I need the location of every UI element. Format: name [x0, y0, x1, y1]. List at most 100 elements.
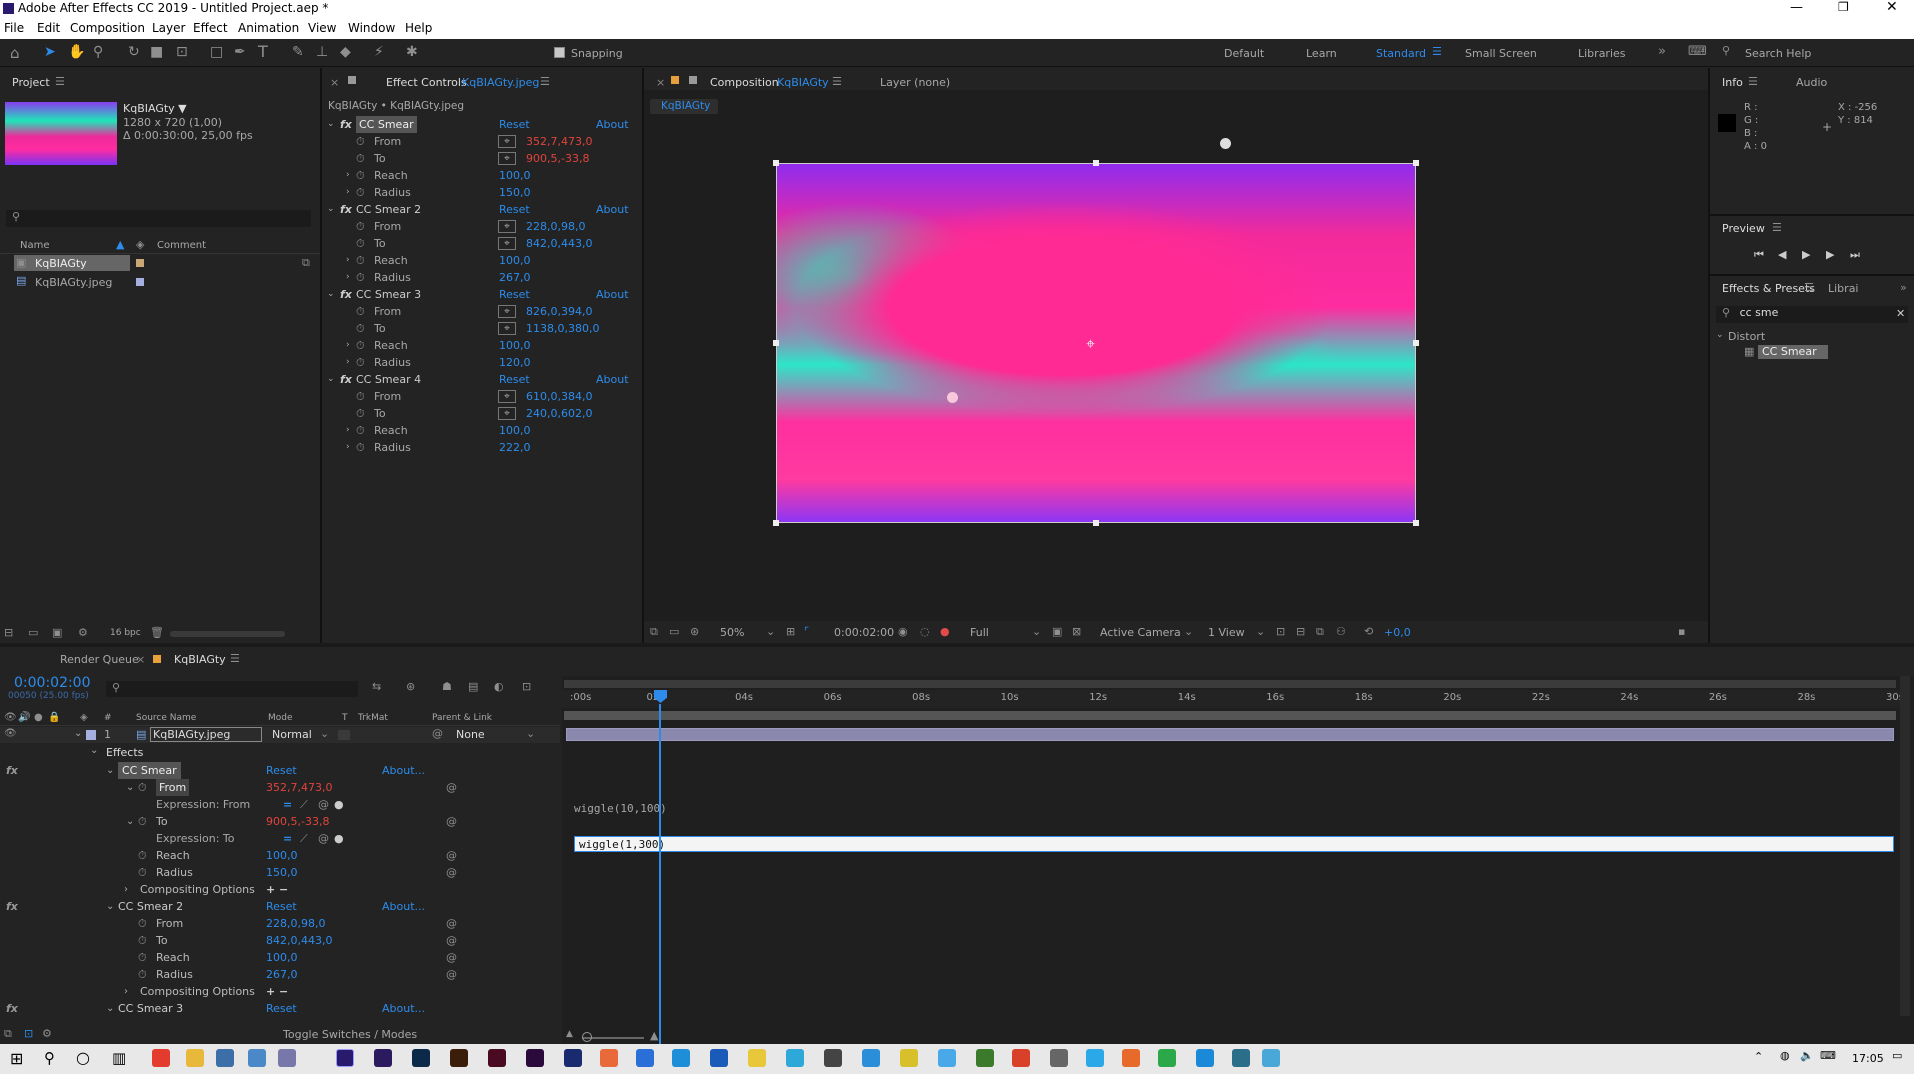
- workspace-menu-icon[interactable]: ☰: [1432, 45, 1442, 58]
- crosshair-icon[interactable]: ⌖: [498, 390, 516, 403]
- puppet-tool-icon[interactable]: ✱: [406, 44, 418, 60]
- stopwatch-icon[interactable]: ⏱: [356, 303, 365, 320]
- workspace-standard[interactable]: Standard: [1376, 47, 1426, 60]
- stopwatch-icon[interactable]: ⏱: [138, 949, 147, 966]
- chrome-icon[interactable]: [152, 1049, 170, 1067]
- effect-name[interactable]: CC Smear: [118, 762, 181, 779]
- play-icon[interactable]: ▶: [1802, 248, 1810, 261]
- workspace-small-screen[interactable]: Small Screen: [1465, 47, 1537, 60]
- panel-menu-icon[interactable]: ☰: [1772, 221, 1782, 234]
- previous-frame-icon[interactable]: ◀: [1778, 248, 1786, 261]
- reset-link[interactable]: Reset: [499, 286, 530, 303]
- pick-whip-icon[interactable]: @: [446, 949, 457, 966]
- pick-whip-icon[interactable]: @: [446, 779, 457, 796]
- transfer-controls-icon[interactable]: ⊡: [24, 1027, 33, 1040]
- app-icon[interactable]: [278, 1049, 296, 1067]
- stopwatch-icon[interactable]: ⏱: [356, 167, 365, 184]
- crosshair-icon[interactable]: ⌖: [498, 220, 516, 233]
- effect-header[interactable]: ⌄ fx CC Smear 3 Reset About: [322, 286, 642, 303]
- comp-breadcrumb[interactable]: KqBIAGty: [650, 99, 718, 114]
- menu-animation[interactable]: Animation: [238, 21, 299, 35]
- property-value[interactable]: 352,7,473,0: [266, 779, 332, 796]
- timeline-property-row[interactable]: ⏱ From 228,0,98,0 @: [0, 915, 560, 932]
- stopwatch-icon[interactable]: ⏱: [356, 422, 365, 439]
- transform-handle[interactable]: [773, 520, 779, 526]
- zoom-out-icon[interactable]: ▲: [566, 1029, 573, 1039]
- transform-handle[interactable]: [1413, 160, 1419, 166]
- app-icon[interactable]: [900, 1049, 918, 1067]
- reset-link[interactable]: Reset: [499, 371, 530, 388]
- fx-toggle-icon[interactable]: fx: [340, 371, 352, 388]
- comp-flowchart-icon[interactable]: ⧉: [1316, 625, 1324, 639]
- app-icon[interactable]: [710, 1049, 728, 1067]
- task-view-icon[interactable]: ▥: [112, 1049, 126, 1067]
- property-value[interactable]: 222,0: [499, 439, 531, 456]
- property-value[interactable]: + −: [266, 983, 288, 1000]
- pick-whip-icon[interactable]: @: [446, 915, 457, 932]
- stopwatch-icon[interactable]: ⏱: [356, 150, 365, 167]
- menu-window[interactable]: Window: [348, 21, 395, 35]
- label-color-swatch[interactable]: [86, 730, 96, 740]
- premiere-rush-icon[interactable]: [374, 1049, 392, 1067]
- shy-layers-icon[interactable]: ☗: [442, 680, 452, 693]
- render-timeline-icon[interactable]: ⊟: [1296, 625, 1305, 638]
- zoom-in-icon[interactable]: ▲: [650, 1029, 658, 1042]
- crosshair-icon[interactable]: ⌖: [498, 135, 516, 148]
- expand-arrow-icon[interactable]: ›: [346, 184, 350, 201]
- property-value[interactable]: 267,0: [499, 269, 531, 286]
- expand-arrow-icon[interactable]: ⌄: [327, 201, 335, 218]
- reset-link[interactable]: Reset: [499, 116, 530, 133]
- property-value[interactable]: 826,0,394,0: [526, 303, 592, 320]
- col-comment[interactable]: Comment: [157, 240, 206, 251]
- menu-view[interactable]: View: [308, 21, 336, 35]
- roto-brush-tool-icon[interactable]: ⚡: [374, 44, 384, 60]
- chevron-down-icon[interactable]: ⌄: [1256, 625, 1265, 638]
- expression-language-menu-icon[interactable]: ●: [334, 830, 344, 847]
- effect-header[interactable]: ⌄ fx CC Smear 2 Reset About: [322, 201, 642, 218]
- effect-name[interactable]: CC Smear 3: [356, 286, 421, 303]
- illustrator-icon[interactable]: [450, 1049, 468, 1067]
- crosshair-icon[interactable]: ⌖: [498, 152, 516, 165]
- file-explorer-icon[interactable]: [186, 1049, 204, 1067]
- col-source-name[interactable]: Source Name: [136, 713, 196, 723]
- layer-row[interactable]: 👁 ⌄ 1 ▤ KqBIAGty.jpeg Normal ⌄ @ None ⌄: [0, 727, 560, 743]
- expand-arrow-icon[interactable]: ⌄: [106, 1000, 114, 1017]
- effects-presets-tab[interactable]: Effects & Presets: [1722, 282, 1815, 295]
- app-icon[interactable]: [1158, 1049, 1176, 1067]
- timeline-comp-tab[interactable]: KqBIAGty: [174, 653, 226, 666]
- col-t[interactable]: T: [342, 713, 348, 723]
- pick-whip-icon[interactable]: @: [432, 727, 443, 740]
- stopwatch-icon[interactable]: ⏱: [356, 354, 365, 371]
- search-help-input[interactable]: Search Help: [1745, 47, 1811, 60]
- time-ruler[interactable]: :00s02s04s06s08s10s12s14s16s18s20s22s24s…: [562, 690, 1904, 708]
- next-frame-icon[interactable]: ▶: [1826, 248, 1834, 261]
- skype-icon[interactable]: [1196, 1049, 1214, 1067]
- col-name[interactable]: Name: [20, 240, 50, 251]
- chevron-down-icon[interactable]: ⌄: [1032, 625, 1041, 638]
- interpret-footage-icon[interactable]: ⊟: [4, 626, 13, 639]
- timeline-property-row[interactable]: › Compositing Options + −: [0, 983, 560, 1000]
- expand-arrow-icon[interactable]: ›: [346, 439, 350, 456]
- exposure-value[interactable]: +0,0: [1384, 626, 1411, 639]
- property-label[interactable]: Compositing Options: [140, 881, 255, 898]
- chevron-down-icon[interactable]: ⌄: [766, 625, 775, 638]
- stopwatch-icon[interactable]: ⏱: [356, 405, 365, 422]
- app-icon[interactable]: [636, 1049, 654, 1067]
- about-link[interactable]: About...: [382, 898, 425, 915]
- about-link[interactable]: About: [596, 286, 629, 303]
- property-value[interactable]: 900,5,-33,8: [266, 813, 329, 830]
- effect-name[interactable]: CC Smear 2: [118, 898, 183, 915]
- property-label[interactable]: From: [156, 915, 183, 932]
- last-frame-icon[interactable]: ⏭: [1850, 248, 1860, 262]
- panel-resize-icon[interactable]: ▪: [1678, 625, 1685, 638]
- premiere-icon[interactable]: [526, 1049, 544, 1067]
- transform-handle[interactable]: [1093, 520, 1099, 526]
- app-icon[interactable]: [938, 1049, 956, 1067]
- stopwatch-icon[interactable]: ⏱: [356, 184, 365, 201]
- property-value[interactable]: 842,0,443,0: [526, 235, 592, 252]
- label-color-swatch[interactable]: [136, 259, 144, 267]
- app-icon[interactable]: [1012, 1049, 1030, 1067]
- fx-toggle-icon[interactable]: fx: [6, 1000, 18, 1017]
- expand-arrow-icon[interactable]: ›: [124, 881, 128, 898]
- search-icon[interactable]: ⚲: [44, 1049, 55, 1067]
